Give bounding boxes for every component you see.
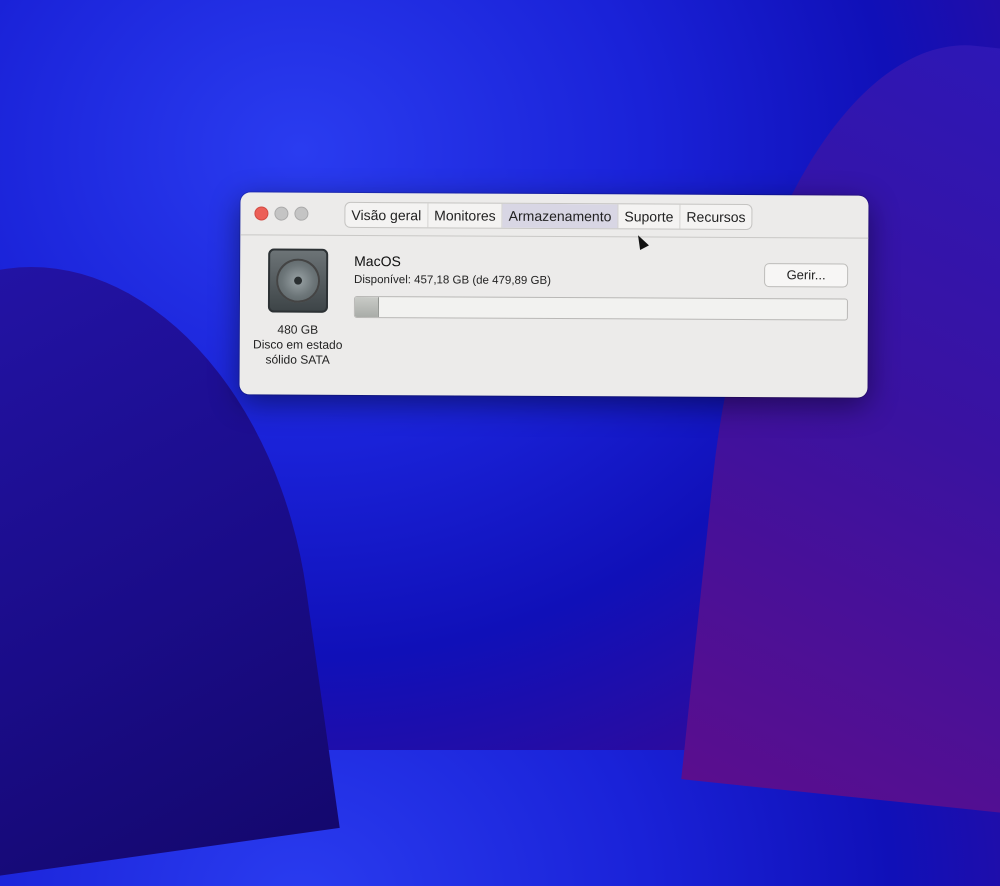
tab-support[interactable]: Suporte xyxy=(618,204,681,229)
storage-usage-bar xyxy=(353,295,848,321)
tab-overview[interactable]: Visão geral xyxy=(345,202,429,228)
volume-available: Disponível: 457,18 GB (de 479,89 GB) xyxy=(354,273,552,287)
disk-description: Disco em estado sólido SATA xyxy=(253,337,343,367)
tab-bar: Visão geral Monitores Armazenamento Supo… xyxy=(344,201,753,231)
disk-info: 480 GB Disco em estado sólido SATA xyxy=(240,248,357,368)
manage-button[interactable]: Gerir... xyxy=(764,263,849,288)
tab-storage[interactable]: Armazenamento xyxy=(502,203,619,229)
tab-displays[interactable]: Monitores xyxy=(428,203,503,228)
storage-used-segment xyxy=(354,296,380,318)
minimize-button[interactable] xyxy=(274,206,289,221)
tab-resources[interactable]: Recursos xyxy=(680,205,751,229)
close-button[interactable] xyxy=(254,206,269,221)
disk-size: 480 GB xyxy=(277,322,319,337)
wallpaper-shape xyxy=(681,23,1000,817)
zoom-button[interactable] xyxy=(294,206,309,221)
volume-name: MacOS xyxy=(354,252,401,270)
internal-drive-icon xyxy=(267,248,329,313)
about-this-mac-window: Visão geral Monitores Armazenamento Supo… xyxy=(239,192,869,398)
title-bar[interactable]: Visão geral Monitores Armazenamento Supo… xyxy=(240,192,869,239)
